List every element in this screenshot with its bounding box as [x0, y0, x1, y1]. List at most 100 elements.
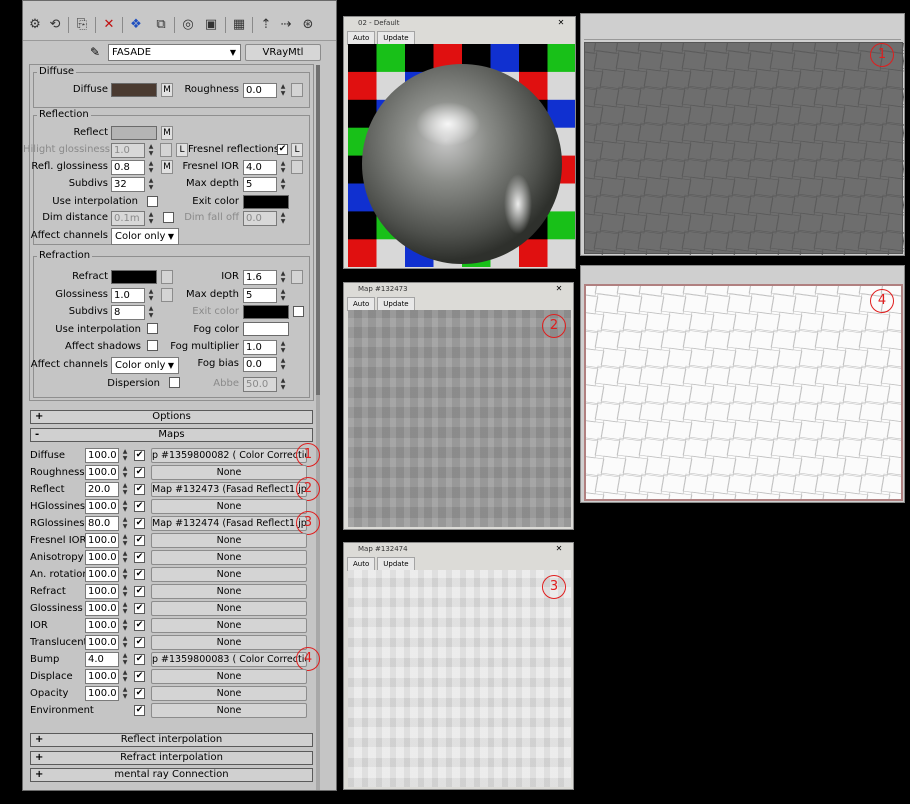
material-id-icon[interactable]: ◎	[178, 15, 198, 35]
map-amount-spinner[interactable]: ▲ ▼	[121, 533, 129, 548]
map-enable-checkbox[interactable]: ✔	[134, 518, 145, 529]
abbe-spinner[interactable]: ▲ ▼	[279, 377, 287, 392]
maps-rollout[interactable]: - Maps	[30, 428, 313, 442]
map-amount-spinner[interactable]: ▲ ▼	[121, 618, 129, 633]
close-icon[interactable]: ✕	[550, 18, 572, 28]
map-slot-button[interactable]: None	[151, 533, 307, 548]
update-button[interactable]: Update	[377, 557, 415, 571]
delete-icon[interactable]: ✕	[99, 15, 119, 35]
reflection-max-depth-input[interactable]: 5	[243, 177, 277, 192]
map-amount-spinner[interactable]: ▲ ▼	[121, 584, 129, 599]
fresnel-ior-input[interactable]: 4.0	[243, 160, 277, 175]
map-amount-spinner[interactable]: ▲ ▼	[121, 465, 129, 480]
map-amount-spinner[interactable]: ▲ ▼	[121, 550, 129, 565]
fog-bias-spinner[interactable]: ▲ ▼	[279, 357, 287, 372]
reflection-affect-channels-dropdown[interactable]: Color only ▼	[111, 228, 179, 245]
auto-checkbox[interactable]: Auto	[347, 31, 376, 45]
fresnel-ior-map-button[interactable]	[291, 160, 303, 174]
fresnel-ior-spinner[interactable]: ▲ ▼	[279, 160, 287, 175]
material-type-button[interactable]: VRayMtl	[245, 44, 321, 61]
refract-color-swatch[interactable]	[111, 270, 157, 284]
map-amount-input[interactable]: 100.0	[85, 499, 119, 514]
map-amount-spinner[interactable]: ▲ ▼	[121, 516, 129, 531]
close-icon[interactable]: ✕	[548, 544, 570, 554]
show-map-icon[interactable]: ▣	[201, 15, 221, 35]
refl-glossiness-spinner[interactable]: ▲ ▼	[147, 160, 155, 175]
roughness-input[interactable]: 0.0	[243, 83, 277, 98]
map-enable-checkbox[interactable]: ✔	[134, 620, 145, 631]
close-icon[interactable]: ✕	[548, 284, 570, 294]
refl-glossiness-input[interactable]: 0.8	[111, 160, 145, 175]
auto-checkbox[interactable]: Auto	[347, 297, 376, 311]
ior-input[interactable]: 1.6	[243, 270, 277, 285]
map-amount-input[interactable]: 100.0	[85, 465, 119, 480]
map-amount-spinner[interactable]: ▲ ▼	[121, 652, 129, 667]
refraction-max-depth-input[interactable]: 5	[243, 288, 277, 303]
refraction-use-interpolation-checkbox[interactable]	[147, 323, 158, 334]
map-enable-checkbox[interactable]: ✔	[134, 637, 145, 648]
refraction-exit-color-swatch[interactable]	[243, 305, 289, 319]
map-slot-button[interactable]: None	[151, 686, 307, 701]
map-enable-checkbox[interactable]: ✔	[134, 603, 145, 614]
roughness-spinner[interactable]: ▲ ▼	[279, 83, 287, 98]
map-amount-spinner[interactable]: ▲ ▼	[121, 448, 129, 463]
map-enable-checkbox[interactable]: ✔	[134, 586, 145, 597]
map-amount-spinner[interactable]: ▲ ▼	[121, 669, 129, 684]
map-slot-button[interactable]: None	[151, 499, 307, 514]
options-rollout[interactable]: + Options	[30, 410, 313, 424]
material-map-navigator-icon[interactable]: ⊛	[298, 15, 318, 35]
map-slot-button[interactable]: None	[151, 703, 307, 718]
reflection-use-interpolation-checkbox[interactable]	[147, 196, 158, 207]
map-amount-spinner[interactable]: ▲ ▼	[121, 499, 129, 514]
map-slot-button[interactable]: None	[151, 465, 307, 480]
material-name-dropdown[interactable]: FASADE ▼	[108, 44, 241, 61]
map-enable-checkbox[interactable]: ✔	[134, 467, 145, 478]
map-amount-input[interactable]: 100.0	[85, 448, 119, 463]
fresnel-lock-button[interactable]: L	[291, 143, 303, 157]
reflection-subdivs-input[interactable]: 32	[111, 177, 145, 192]
map-slot-button[interactable]: Map #132474 (Fasad Reflect1.jpg)	[151, 516, 307, 531]
map-amount-input[interactable]: 20.0	[85, 482, 119, 497]
refract-interpolation-rollout[interactable]: + Refract interpolation	[30, 751, 313, 765]
reflection-max-depth-spinner[interactable]: ▲ ▼	[279, 177, 287, 192]
map-amount-spinner[interactable]: ▲ ▼	[121, 635, 129, 650]
map-slot-button[interactable]: None	[151, 601, 307, 616]
show-end-result-icon[interactable]: ▦	[229, 15, 249, 35]
hilight-lock-button[interactable]: L	[176, 143, 188, 157]
map-amount-input[interactable]: 100.0	[85, 669, 119, 684]
map-slot-button[interactable]: Map #132473 (Fasad Reflect1.jpg)	[151, 482, 307, 497]
map-enable-checkbox[interactable]: ✔	[134, 688, 145, 699]
fog-color-swatch[interactable]	[243, 322, 289, 336]
map-amount-spinner[interactable]: ▲ ▼	[121, 686, 129, 701]
assign-material-icon[interactable]: ⎘	[72, 15, 92, 35]
refraction-max-depth-spinner[interactable]: ▲ ▼	[279, 288, 287, 303]
map-amount-input[interactable]: 100.0	[85, 533, 119, 548]
map-slot-button[interactable]: None	[151, 669, 307, 684]
ior-spinner[interactable]: ▲ ▼	[279, 270, 287, 285]
map-slot-button[interactable]: p #1359800083 ( Color Correction )	[151, 652, 307, 667]
ior-map-button[interactable]	[291, 270, 303, 284]
fog-bias-input[interactable]: 0.0	[243, 357, 277, 372]
refraction-affect-channels-dropdown[interactable]: Color only ▼	[111, 357, 179, 374]
map-amount-input[interactable]: 80.0	[85, 516, 119, 531]
mental-ray-connection-rollout[interactable]: + mental ray Connection	[30, 768, 313, 782]
refraction-glossiness-map-button[interactable]	[161, 288, 173, 302]
map-amount-input[interactable]: 100.0	[85, 550, 119, 565]
go-forward-icon[interactable]: ⇢	[276, 15, 296, 35]
hilight-glossiness-spinner[interactable]: ▲ ▼	[147, 143, 155, 158]
map-enable-checkbox[interactable]: ✔	[134, 671, 145, 682]
put-to-library-icon[interactable]: ⧉	[151, 15, 171, 35]
fog-multiplier-spinner[interactable]: ▲ ▼	[279, 340, 287, 355]
map-amount-spinner[interactable]: ▲ ▼	[121, 601, 129, 616]
refraction-glossiness-input[interactable]: 1.0	[111, 288, 145, 303]
dim-distance-input[interactable]: 0.1m	[111, 211, 145, 226]
make-unique-icon[interactable]: ❖	[126, 15, 146, 35]
put-to-scene-icon[interactable]: ⟲	[45, 15, 65, 35]
map-slot-button[interactable]: None	[151, 567, 307, 582]
go-to-parent-icon[interactable]: ⇡	[256, 15, 276, 35]
map-enable-checkbox[interactable]: ✔	[134, 705, 145, 716]
map-amount-input[interactable]: 4.0	[85, 652, 119, 667]
fresnel-reflections-checkbox[interactable]: ✔	[277, 144, 288, 155]
reflect-map-button[interactable]: M	[161, 126, 173, 140]
dim-distance-spinner[interactable]: ▲ ▼	[147, 211, 155, 226]
